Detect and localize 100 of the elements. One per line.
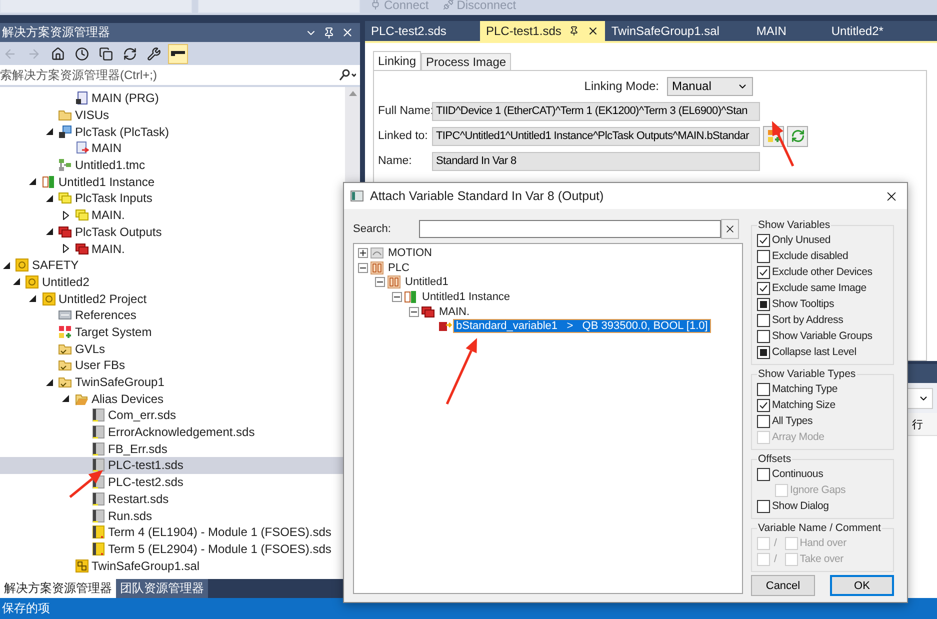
document-tab[interactable]: Untitled2* [825,21,926,41]
expanded-triangle-icon[interactable] [12,278,20,286]
folder-icon [58,108,72,122]
tree-item[interactable]: PLC [386,262,412,274]
task-icon [58,124,72,139]
variable-icon [438,319,452,334]
checkbox[interactable] [757,282,770,294]
dialog-button[interactable]: Cancel [751,575,815,596]
tree-item[interactable]: Untitled2 [0,274,345,290]
panel-tab[interactable]: 解决方案资源管理器 [0,579,116,598]
checkbox-label: Show Variable Groups [772,330,872,342]
tree-item[interactable]: Term 5 (EL2904) - Module 1 (FSOES).sds [0,540,345,558]
collapsed-triangle-icon[interactable] [62,210,68,220]
expanded-triangle-icon[interactable] [62,395,69,402]
tree-item[interactable]: ErrorAcknowledgement.sds [0,424,345,440]
tree-item[interactable]: Untitled1 [403,276,450,288]
panel-tab[interactable]: 团队资源管理器 [116,579,208,598]
checkbox[interactable] [757,398,770,412]
expand-box-icon[interactable] [358,248,368,258]
tree-item[interactable]: Com_err.sds [0,407,345,424]
expanded-triangle-icon[interactable] [46,128,52,136]
checkbox-label: Collapse last Level [772,346,856,358]
dialog-button[interactable]: OK [830,575,894,596]
terminal-icon [91,408,105,422]
checkbox-label: Hand over [800,537,846,549]
checkbox[interactable] [757,382,770,396]
text-field[interactable]: TIID^Device 1 (EtherCAT)^Term 1 (EK1200)^Term 3 (EL6900)^Stan [432,102,760,120]
tree-item[interactable]: VISUs [0,106,345,124]
checkbox[interactable] [757,266,770,278]
expanded-triangle-icon[interactable] [46,194,52,202]
tree-item[interactable]: Target System [0,324,345,340]
tree-item[interactable]: MAIN. [0,206,345,224]
collapsed-triangle-icon[interactable] [62,244,68,254]
tree-item[interactable]: FB_Err.sds [0,440,345,458]
expanded-triangle-icon[interactable] [29,178,36,186]
tree-item[interactable]: Untitled1 Instance [420,291,512,304]
collapse-box-icon[interactable] [392,292,402,302]
tab[interactable]: Process Image [421,53,512,70]
tree-item[interactable]: Untitled1 Instance [0,173,345,190]
checkbox-label: All Types [772,415,813,427]
expanded-triangle-icon[interactable] [46,228,52,236]
pin-icon[interactable] [323,26,335,38]
document-tab[interactable]: PLC-test1.sds [480,21,606,41]
tree-item[interactable]: PlcTask Inputs [0,190,345,207]
collapse-box-icon[interactable] [409,306,419,317]
tree-item[interactable]: Untitled2 Project [0,290,345,307]
close-icon[interactable] [341,26,354,39]
document-tab[interactable]: MAIN [750,21,826,41]
checkbox[interactable] [757,468,770,480]
search-field[interactable]: 索解决方案资源管理器(Ctrl+;) [0,68,300,82]
document-tab[interactable]: TwinSafeGroup1.sal [605,21,750,41]
checkbox-label: Sort by Address [772,314,844,326]
tree-item[interactable]: PlcTask (PlcTask) [0,123,345,140]
linking-mode-dropdown[interactable]: Manual [667,76,753,96]
search-box[interactable]: 索解决方案资源管理器(Ctrl+;) [0,65,360,87]
tree-item[interactable]: MAIN (PRG) [0,90,345,107]
checkbox[interactable] [757,330,770,342]
collapse-box-icon[interactable] [375,277,385,288]
checkbox[interactable] [757,500,770,512]
checkbox-label: Matching Type [772,383,838,395]
tree-item[interactable]: MAIN. [437,306,472,318]
tree-item[interactable]: MOTION [386,247,434,260]
document-tab[interactable]: PLC-test2.sds [365,21,480,41]
tree-item[interactable]: bStandard_variable1 > QB 393500.0, BOOL [1.0] [454,320,710,332]
expanded-triangle-icon[interactable] [29,295,36,302]
collapse-box-icon[interactable] [358,262,368,273]
tree-item[interactable]: TwinSafeGroup1.sal [0,557,345,574]
checkbox[interactable] [757,298,770,310]
tree-item[interactable]: GVLs [0,340,345,357]
checkbox[interactable] [757,314,770,326]
tree-item[interactable]: PlcTask Outputs [0,224,345,240]
tree-item[interactable]: Term 4 (EL1904) - Module 1 (FSOES).sds [0,524,345,541]
tree-item[interactable]: PLC-test1.sds [0,457,345,474]
checkbox-label: Take over [800,553,844,565]
checkbox[interactable] [757,250,770,262]
expanded-triangle-icon[interactable] [2,262,10,269]
tab[interactable]: Linking [373,51,422,70]
clear-button[interactable] [720,219,739,239]
tree-item[interactable]: References [0,306,345,324]
tree-item[interactable]: SAFETY [0,256,345,274]
tree-item[interactable]: Run.sds [0,507,345,524]
refresh-button[interactable] [787,126,808,146]
expanded-triangle-icon[interactable] [46,378,52,386]
search-field[interactable] [418,220,721,238]
stacked-rectangles-icon [58,224,72,239]
tree-item[interactable]: Untitled1.tmc [0,156,345,174]
checkbox[interactable] [757,346,770,358]
tree-item[interactable]: Alias Devices [0,390,345,408]
tree-item[interactable]: MAIN [0,140,345,157]
tree-item[interactable]: User FBs [0,357,345,374]
checkbox[interactable] [757,414,770,428]
toolbar-button[interactable] [168,44,188,64]
text-field[interactable]: Standard In Var 8 [432,152,760,170]
tree-item[interactable]: TwinSafeGroup1 [0,374,345,390]
checkbox[interactable] [757,234,770,246]
panel-title: 解决方案资源管理器 [2,24,110,41]
tree-item[interactable]: Restart.sds [0,490,345,508]
refresh-icon [790,129,804,143]
text-field[interactable]: TIPC^Untitled1^Untitled1 Instance^PlcTask Outputs^MAIN.bStandar [432,126,760,146]
tree-item[interactable]: MAIN. [0,240,345,257]
